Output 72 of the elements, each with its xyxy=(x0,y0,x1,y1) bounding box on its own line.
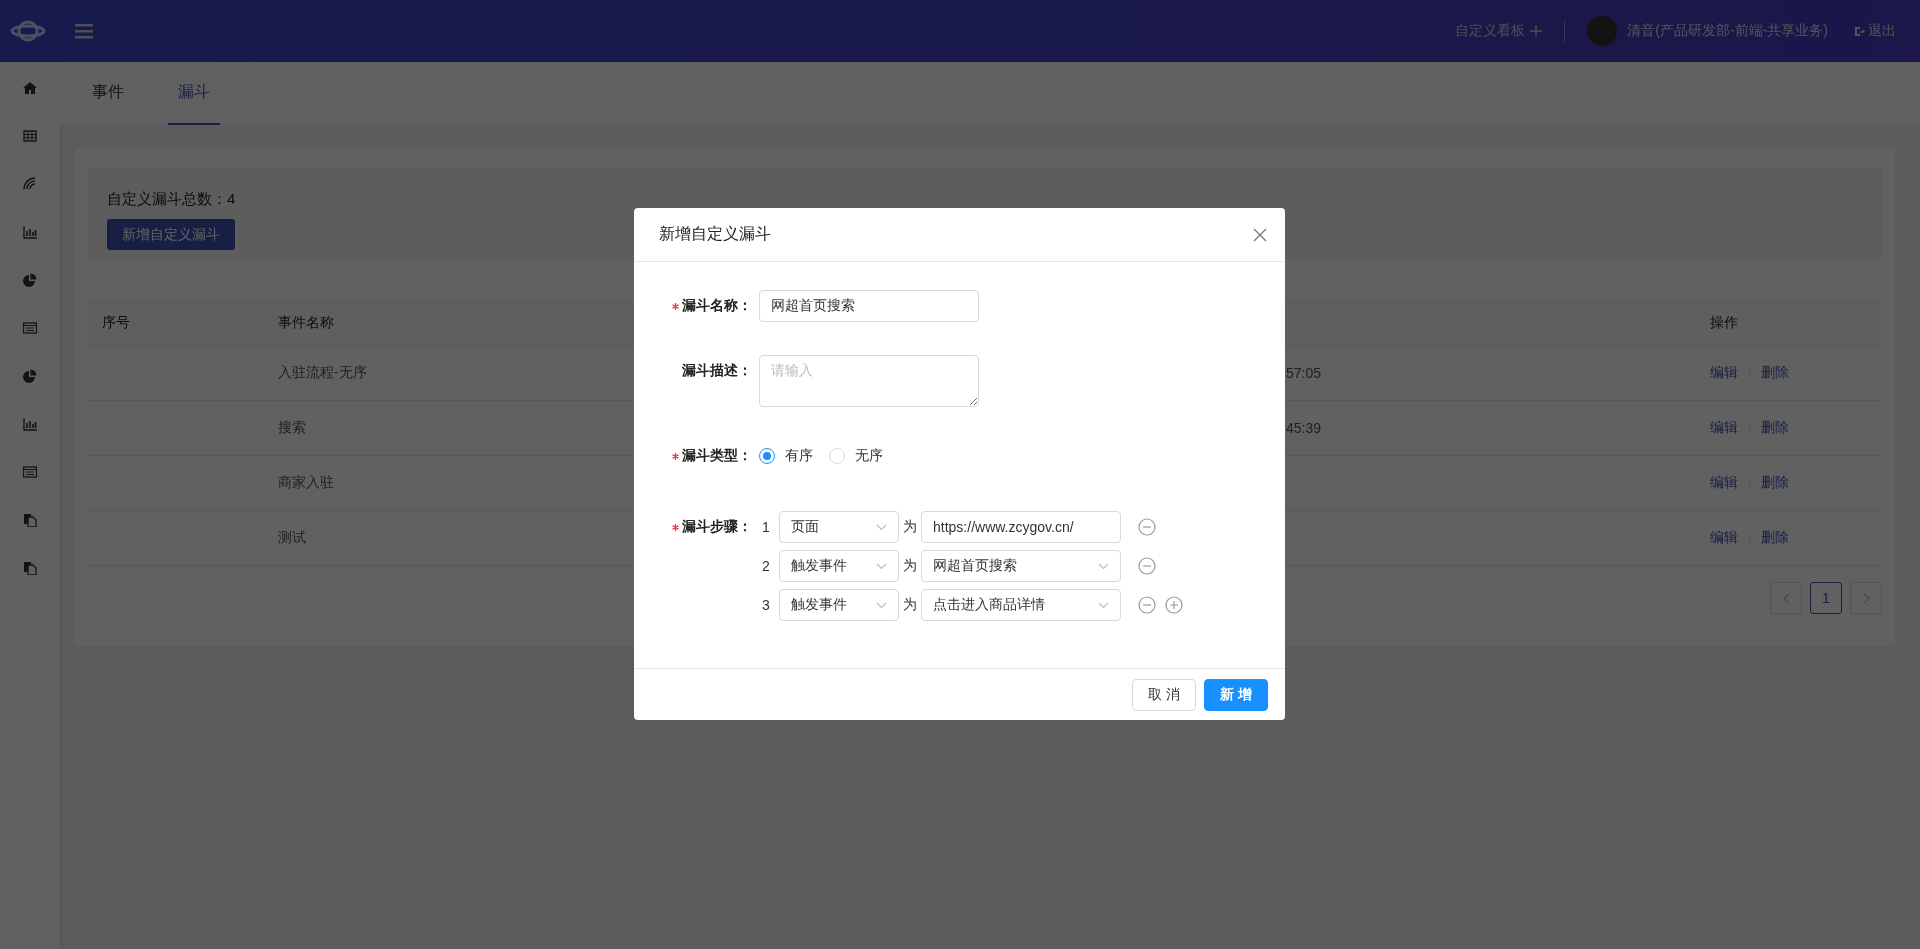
caret-icon xyxy=(1098,562,1109,570)
cancel-button[interactable]: 取 消 xyxy=(1132,678,1197,711)
connector-text: 为 xyxy=(902,557,918,575)
logout-icon[interactable] xyxy=(1854,25,1865,37)
edit-link[interactable]: 编辑 xyxy=(1710,529,1738,547)
table-cell-text: 搜索 xyxy=(277,419,306,437)
minus-circle-icon[interactable] xyxy=(1138,557,1156,575)
bar-chart-icon[interactable] xyxy=(23,417,37,431)
list-icon[interactable] xyxy=(23,321,37,335)
pie-chart-icon[interactable] xyxy=(23,273,37,287)
table-cell-text: 入驻流程-无序 xyxy=(277,364,367,382)
page-button[interactable]: 1 xyxy=(1810,582,1842,614)
avatar xyxy=(1587,16,1618,46)
step-number: 1 xyxy=(761,519,771,535)
field-label: 漏斗步骤： xyxy=(682,518,752,536)
connector-text: 为 xyxy=(902,596,918,614)
close-icon[interactable] xyxy=(1253,227,1267,242)
signal-icon[interactable] xyxy=(23,177,37,191)
column-header: 序号 xyxy=(101,313,130,332)
delete-link[interactable]: 删除 xyxy=(1761,364,1789,382)
radio-label[interactable]: 无序 xyxy=(855,447,883,465)
chevron-right-icon xyxy=(1862,592,1870,604)
pie-chart-icon[interactable] xyxy=(23,369,37,383)
delete-link[interactable]: 删除 xyxy=(1761,474,1789,492)
connector-text: 为 xyxy=(902,518,918,536)
minus-circle-icon[interactable] xyxy=(1138,518,1156,536)
input-field[interactable]: 网超首页搜索 xyxy=(759,290,979,322)
delete-link[interactable]: 删除 xyxy=(1761,419,1789,437)
field-label: 漏斗类型： xyxy=(682,447,752,465)
table-cell-text: 商家入驻 xyxy=(277,474,334,492)
edit-link[interactable]: 编辑 xyxy=(1710,474,1738,492)
table-cell-text: 57:05 xyxy=(1285,365,1322,381)
plus-icon[interactable] xyxy=(1530,25,1543,37)
input-field[interactable]: https://www.zcygov.cn/ xyxy=(921,511,1121,543)
confirm-button[interactable]: 新 增 xyxy=(1204,678,1268,711)
radio-label[interactable]: 有序 xyxy=(785,447,813,465)
description-field[interactable]: 请输入 xyxy=(759,355,979,407)
step-number: 2 xyxy=(761,558,771,574)
modal-title: 新增自定义漏斗 xyxy=(659,224,771,244)
select-field[interactable]: 点击进入商品详情 xyxy=(921,589,1121,621)
edit-link[interactable]: 编辑 xyxy=(1710,364,1738,382)
select-field[interactable]: 触发事件 xyxy=(779,589,899,621)
column-header: 操作 xyxy=(1709,313,1738,332)
select-field[interactable]: 触发事件 xyxy=(779,550,899,582)
add-funnel-button[interactable]: 新增自定义漏斗 xyxy=(107,219,235,250)
field-label: 漏斗描述： xyxy=(682,362,752,380)
home-icon[interactable] xyxy=(23,81,37,95)
field-label: 漏斗名称： xyxy=(682,297,752,315)
select-field[interactable]: 网超首页搜索 xyxy=(921,550,1121,582)
column-header: 事件名称 xyxy=(277,313,334,332)
table-icon[interactable] xyxy=(23,129,37,143)
caret-icon xyxy=(1098,601,1109,609)
caret-icon xyxy=(876,523,887,531)
tab[interactable]: 漏斗 xyxy=(168,62,220,125)
copy-icon[interactable] xyxy=(23,561,37,575)
bar-chart-icon[interactable] xyxy=(23,225,37,239)
caret-icon xyxy=(876,601,887,609)
select-field[interactable]: 页面 xyxy=(779,511,899,543)
edit-link[interactable]: 编辑 xyxy=(1710,419,1738,437)
list-icon[interactable] xyxy=(23,465,37,479)
chevron-left-icon xyxy=(1782,592,1790,604)
table-cell-text: 45:39 xyxy=(1285,420,1322,436)
copy-icon[interactable] xyxy=(23,513,37,527)
minus-circle-icon[interactable] xyxy=(1138,596,1156,614)
menu-icon[interactable] xyxy=(75,23,93,39)
tab[interactable]: 事件 xyxy=(82,62,134,125)
table-cell-text: 测试 xyxy=(277,529,306,547)
step-number: 3 xyxy=(761,597,771,613)
funnel-count: 自定义漏斗总数：4 xyxy=(107,190,237,209)
caret-icon xyxy=(876,562,887,570)
plus-circle-icon[interactable] xyxy=(1165,596,1183,614)
delete-link[interactable]: 删除 xyxy=(1761,529,1789,547)
